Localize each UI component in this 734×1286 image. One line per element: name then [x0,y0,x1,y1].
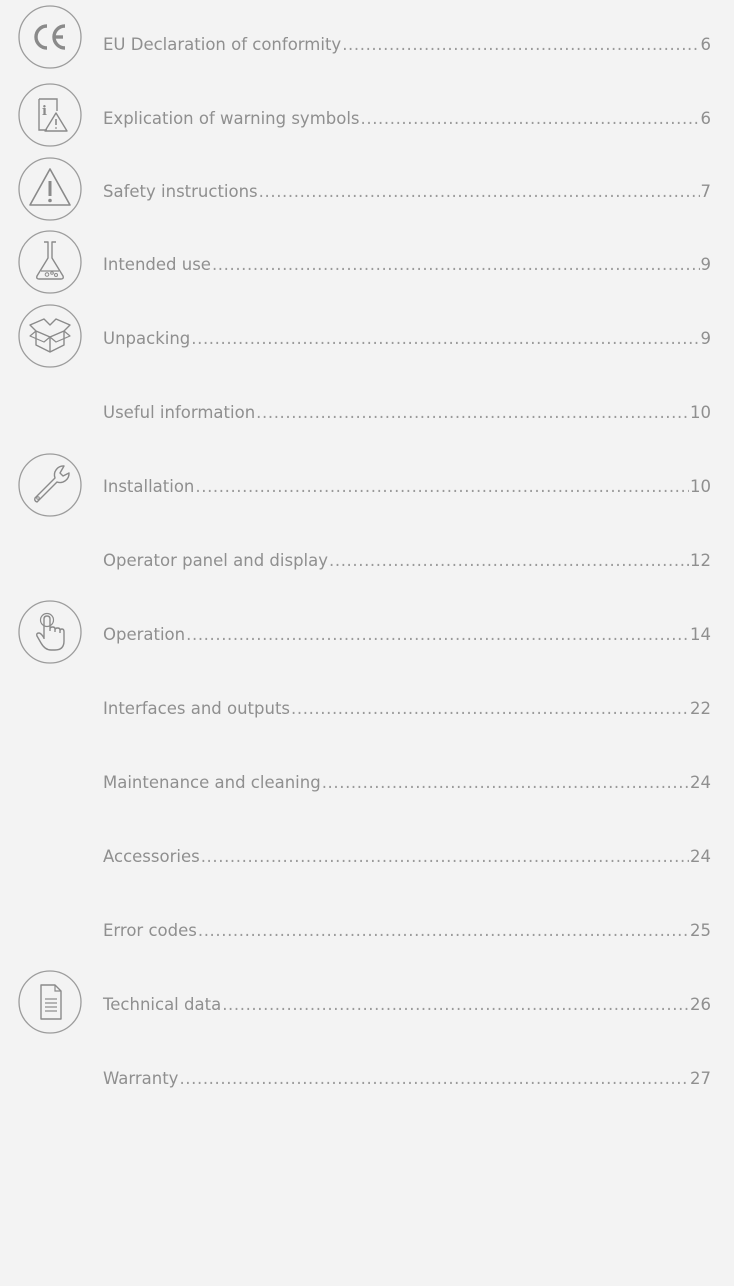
toc-item-installation: Installation 10 [0,453,734,517]
document-icon [17,969,83,1035]
toc-title: Error codes [103,921,197,940]
toc-item-accessories: Accessories 24 [0,823,734,883]
toc-item-operation: Operation 14 [0,600,734,664]
toc-dot-leader [342,35,699,55]
toc-title: EU Declaration of conformity [103,35,342,54]
toc-dot-leader [259,182,700,202]
toc-page-number: 12 [690,551,711,570]
toc-page-number: 24 [690,773,711,792]
toc-item-eu-declaration: EU Declaration of conformity 6 [0,5,734,71]
toc-dot-leader [195,477,689,497]
lab-flask-icon [17,229,83,295]
toc-item-warranty: Warranty 27 [0,1045,734,1105]
toc-page-number: 10 [690,403,711,422]
toc-item-warning-symbols: i Explication of warning symbols 6 [0,82,734,148]
toc-item-maintenance: Maintenance and cleaning 24 [0,749,734,809]
toc-entry[interactable]: Operator panel and display 12 [103,551,711,571]
toc-page-number: 25 [690,921,711,940]
toc-page-number: 26 [690,995,711,1014]
warning-triangle-icon [17,156,83,222]
toc-entry[interactable]: Installation 10 [103,477,711,497]
toc-entry[interactable]: Operation 14 [103,625,711,645]
toc-title: Operation [103,625,186,644]
wrench-icon [17,452,83,518]
toc-page-number: 22 [690,699,711,718]
toc-page-number: 6 [700,109,712,128]
toc-title: Safety instructions [103,182,258,201]
toc-entry[interactable]: Warranty 27 [103,1069,711,1089]
toc-dot-leader [179,1069,689,1089]
toc-title: Explication of warning symbols [103,109,360,128]
toc-item-intended-use: Intended use 9 [0,230,734,294]
toc-page-number: 27 [690,1069,711,1088]
toc-dot-leader [291,699,689,719]
toc-title: Warranty [103,1069,179,1088]
toc-dot-leader [329,551,689,571]
ce-mark-icon [17,4,83,70]
toc-item-error-codes: Error codes 25 [0,897,734,957]
toc-entry[interactable]: Unpacking 9 [103,329,711,349]
toc-dot-leader [198,921,689,941]
toc-dot-leader [186,625,689,645]
toc-title: Accessories [103,847,200,866]
toc-entry[interactable]: Accessories 24 [103,847,711,867]
toc-item-unpacking: Unpacking 9 [0,304,734,368]
info-warning-icon: i [17,82,83,148]
toc-item-operator-panel: Operator panel and display 12 [0,527,734,587]
toc-title: Installation [103,477,195,496]
toc-page-number: 9 [700,329,712,348]
toc-page-number: 6 [700,35,712,54]
toc-item-useful-information: Useful information 10 [0,379,734,439]
toc-title: Unpacking [103,329,191,348]
table-of-contents: EU Declaration of conformity 6 i Explica… [0,0,734,1286]
open-box-icon [17,303,83,369]
toc-entry[interactable]: Error codes 25 [103,921,711,941]
toc-entry[interactable]: Interfaces and outputs 22 [103,699,711,719]
toc-entry[interactable]: Safety instructions 7 [103,182,711,202]
toc-entry[interactable]: Maintenance and cleaning 24 [103,773,711,793]
toc-dot-leader [222,995,689,1015]
toc-title: Operator panel and display [103,551,328,570]
toc-entry[interactable]: EU Declaration of conformity 6 [103,35,711,55]
toc-page-number: 7 [700,182,712,201]
toc-entry[interactable]: Useful information 10 [103,403,711,423]
toc-page-number: 9 [700,255,712,274]
toc-page-number: 24 [690,847,711,866]
toc-title: Interfaces and outputs [103,699,291,718]
toc-item-interfaces: Interfaces and outputs 22 [0,675,734,735]
toc-title: Technical data [103,995,222,1014]
toc-dot-leader [201,847,689,867]
toc-entry[interactable]: Intended use 9 [103,255,711,275]
toc-title: Intended use [103,255,211,274]
toc-dot-leader [256,403,689,423]
toc-page-number: 10 [690,477,711,496]
toc-page-number: 14 [690,625,711,644]
toc-item-safety-instructions: Safety instructions 7 [0,157,734,221]
toc-dot-leader [361,109,700,129]
toc-item-technical-data: Technical data 26 [0,970,734,1034]
toc-dot-leader [322,773,689,793]
toc-dot-leader [212,255,700,275]
toc-dot-leader [191,329,699,349]
toc-entry[interactable]: Technical data 26 [103,995,711,1015]
toc-entry[interactable]: Explication of warning symbols 6 [103,109,711,129]
svg-text:i: i [42,104,47,119]
toc-title: Maintenance and cleaning [103,773,321,792]
finger-press-icon [17,599,83,665]
toc-title: Useful information [103,403,256,422]
